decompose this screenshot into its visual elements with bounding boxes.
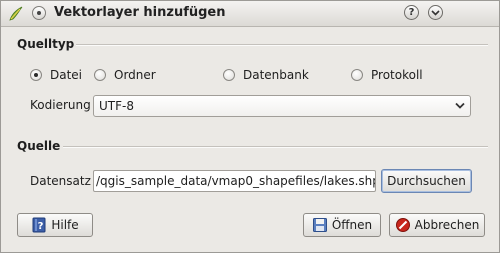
chevron-down-icon	[455, 102, 465, 109]
open-button-label: Öffnen	[331, 218, 373, 232]
open-button[interactable]: Öffnen	[303, 213, 381, 237]
dataset-label: Datensatz	[30, 174, 91, 188]
radio-protocol[interactable]: Protokoll	[351, 67, 423, 83]
radio-file[interactable]: Datei	[30, 67, 82, 83]
cancel-button[interactable]: Abbrechen	[389, 213, 485, 237]
encoding-select[interactable]: UTF-8	[93, 95, 471, 117]
qgis-icon	[9, 6, 23, 21]
help-book-icon: ?	[32, 217, 46, 233]
chevron-down-icon	[431, 10, 440, 16]
encoding-value: UTF-8	[99, 99, 134, 113]
radio-directory[interactable]: Ordner	[94, 67, 156, 83]
encoding-label: Kodierung	[30, 98, 91, 112]
cancel-icon	[395, 218, 410, 232]
radio-button[interactable]	[223, 69, 235, 81]
radio-label: Datenbank	[243, 68, 309, 82]
cancel-button-label: Abbrechen	[414, 218, 480, 232]
add-vector-layer-dialog: Vektorlayer hinzufügen ? Quelltyp Datei …	[0, 0, 500, 253]
window-menu-button[interactable]	[32, 6, 46, 20]
section-divider	[63, 146, 488, 148]
window-title: Vektorlayer hinzufügen	[54, 5, 226, 20]
browse-button[interactable]: Durchsuchen	[381, 169, 472, 193]
floppy-disk-icon	[312, 218, 327, 232]
section-divider	[76, 44, 488, 46]
title-bar: Vektorlayer hinzufügen ?	[1, 1, 499, 27]
browse-button-label: Durchsuchen	[387, 174, 466, 188]
radio-label: Ordner	[114, 68, 156, 82]
radio-button[interactable]	[94, 69, 106, 81]
radio-button[interactable]	[351, 69, 363, 81]
help-button-label: Hilfe	[51, 218, 79, 232]
source-heading: Quelle	[17, 139, 61, 153]
titlebar-collapse-button[interactable]	[428, 5, 443, 20]
radio-database[interactable]: Datenbank	[223, 67, 309, 83]
help-button[interactable]: ? Hilfe	[17, 213, 93, 237]
svg-text:?: ?	[38, 221, 44, 232]
radio-label: Protokoll	[371, 68, 423, 82]
dataset-path-input[interactable]: /qgis_sample_data/vmap0_shapefiles/lakes…	[93, 170, 376, 192]
radio-label: Datei	[50, 68, 83, 82]
source-type-heading: Quelltyp	[17, 37, 75, 51]
titlebar-help-button[interactable]: ?	[404, 5, 419, 20]
radio-button[interactable]	[30, 69, 42, 81]
